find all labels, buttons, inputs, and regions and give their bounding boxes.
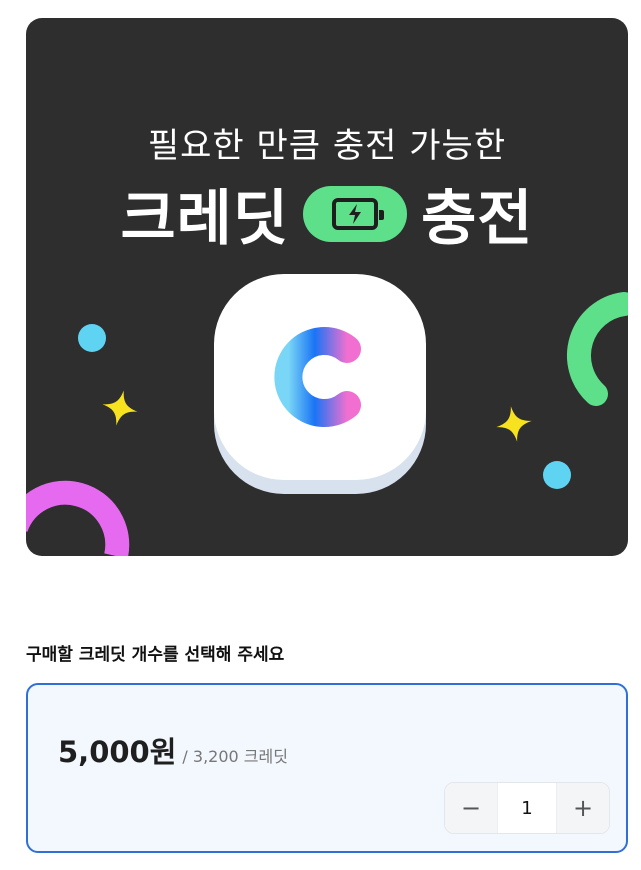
- quantity-stepper[interactable]: − 1 +: [444, 782, 610, 834]
- green-ring-decoration: [567, 292, 628, 406]
- banner-title-right: 충전: [421, 184, 534, 254]
- price-row: 5,000원 / 3,200 크레딧: [58, 729, 288, 771]
- increase-button[interactable]: +: [557, 783, 609, 833]
- yellow-sparkle-right: [496, 406, 532, 442]
- section-title: 구매할 크레딧 개수를 선택해 주세요: [26, 645, 285, 665]
- credit-amount-label: / 3,200 크레딧: [182, 747, 288, 766]
- promo-banner: 필요한 만큼 충전 가능한 크레딧 충전: [26, 18, 628, 556]
- yellow-sparkle-left: [102, 390, 138, 426]
- credit-option-card[interactable]: 5,000원 / 3,200 크레딧 − 1 +: [26, 683, 628, 853]
- banner-title-left: 크레딧: [120, 184, 290, 254]
- credit-c-logo-icon: [274, 327, 361, 427]
- quantity-value[interactable]: 1: [497, 783, 557, 833]
- cyan-dot-right: [543, 461, 571, 489]
- pink-ring-decoration: [26, 480, 130, 556]
- banner-subtitle: 필요한 만큼 충전 가능한: [147, 126, 507, 166]
- decrease-button[interactable]: −: [445, 783, 497, 833]
- banner-title: 크레딧 충전: [26, 170, 628, 257]
- battery-charging-icon: [303, 185, 408, 242]
- price-label: 5,000원: [58, 735, 177, 769]
- cyan-dot-left: [78, 324, 106, 352]
- app-icon: [214, 274, 426, 494]
